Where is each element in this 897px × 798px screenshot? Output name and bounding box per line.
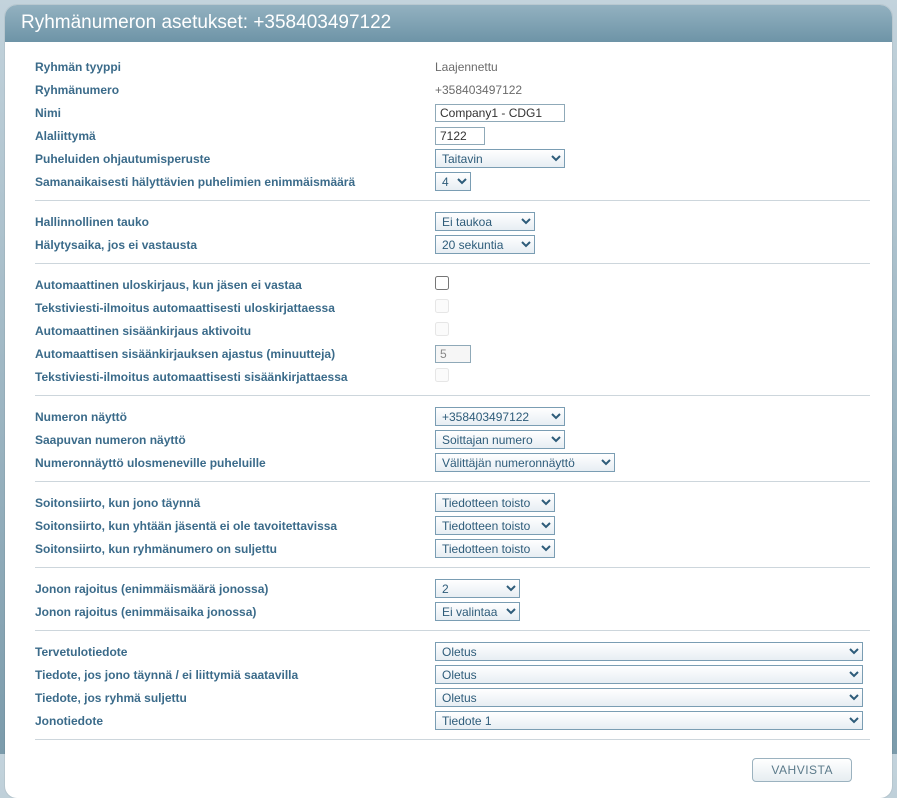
- full-msg-label: Tiedote, jos jono täynnä / ei liittymiä …: [35, 668, 435, 682]
- auto-logout-label: Automaattinen uloskirjaus, kun jäsen ei …: [35, 278, 435, 292]
- out-num-display-label: Numeronnäyttö ulosmeneville puheluille: [35, 456, 435, 470]
- fwd-full-label: Soitonsiirto, kun jono täynnä: [35, 496, 435, 510]
- panel-title: Ryhmänumeron asetukset: +358403497122: [5, 5, 892, 42]
- sms-login-label: Tekstiviesti-ilmoitus automaattisesti si…: [35, 370, 435, 384]
- num-display-label: Numeron näyttö: [35, 410, 435, 424]
- max-ring-label: Samanaikaisesti hälyttävien puhelimien e…: [35, 175, 435, 189]
- auto-logout-checkbox[interactable]: [435, 276, 449, 290]
- name-input[interactable]: [435, 104, 565, 122]
- routing-select[interactable]: Taitavin: [435, 149, 565, 168]
- name-label: Nimi: [35, 106, 435, 120]
- group-type-value: Laajennettu: [435, 60, 870, 74]
- closed-msg-select[interactable]: Oletus: [435, 688, 863, 707]
- group-number-value: +358403497122: [435, 83, 870, 97]
- extension-input[interactable]: [435, 127, 485, 145]
- sms-login-checkbox: [435, 368, 449, 382]
- queue-max-time-select[interactable]: Ei valintaa: [435, 602, 520, 621]
- sms-logout-label: Tekstiviesti-ilmoitus automaattisesti ul…: [35, 301, 435, 315]
- queue-max-count-select[interactable]: 2: [435, 579, 520, 598]
- settings-panel: Ryhmänumeron asetukset: +358403497122 Ry…: [5, 5, 892, 798]
- queue-msg-label: Jonotiedote: [35, 714, 435, 728]
- group-type-label: Ryhmän tyyppi: [35, 60, 435, 74]
- max-ring-select[interactable]: 4: [435, 172, 471, 191]
- fwd-closed-label: Soitonsiirto, kun ryhmänumero on suljett…: [35, 542, 435, 556]
- queue-max-time-label: Jonon rajoitus (enimmäisaika jonossa): [35, 605, 435, 619]
- fwd-none-label: Soitonsiirto, kun yhtään jäsentä ei ole …: [35, 519, 435, 533]
- auto-login-timer-input: [435, 345, 471, 363]
- full-msg-select[interactable]: Oletus: [435, 665, 863, 684]
- queue-msg-select[interactable]: Tiedote 1: [435, 711, 863, 730]
- out-num-display-select[interactable]: Välittäjän numeronnäyttö: [435, 453, 615, 472]
- auto-login-timer-label: Automaattisen sisäänkirjauksen ajastus (…: [35, 347, 435, 361]
- auto-login-label: Automaattinen sisäänkirjaus aktivoitu: [35, 324, 435, 338]
- group-number-label: Ryhmänumero: [35, 83, 435, 97]
- alert-time-label: Hälytysaika, jos ei vastausta: [35, 238, 435, 252]
- confirm-button[interactable]: VAHVISTA: [752, 758, 852, 782]
- fwd-full-select[interactable]: Tiedotteen toisto: [435, 493, 555, 512]
- welcome-select[interactable]: Oletus: [435, 642, 863, 661]
- fwd-none-select[interactable]: Tiedotteen toisto: [435, 516, 555, 535]
- fwd-closed-select[interactable]: Tiedotteen toisto: [435, 539, 555, 558]
- admin-pause-label: Hallinnollinen tauko: [35, 215, 435, 229]
- auto-login-checkbox: [435, 322, 449, 336]
- admin-pause-select[interactable]: Ei taukoa: [435, 212, 535, 231]
- extension-label: Alaliittymä: [35, 129, 435, 143]
- inc-num-display-label: Saapuvan numeron näyttö: [35, 433, 435, 447]
- inc-num-display-select[interactable]: Soittajan numero: [435, 430, 565, 449]
- panel-body: Ryhmän tyyppi Laajennettu Ryhmänumero +3…: [5, 42, 892, 798]
- alert-time-select[interactable]: 20 sekuntia: [435, 235, 535, 254]
- queue-max-count-label: Jonon rajoitus (enimmäismäärä jonossa): [35, 582, 435, 596]
- routing-label: Puheluiden ohjautumisperuste: [35, 152, 435, 166]
- sms-logout-checkbox: [435, 299, 449, 313]
- closed-msg-label: Tiedote, jos ryhmä suljettu: [35, 691, 435, 705]
- welcome-label: Tervetulotiedote: [35, 645, 435, 659]
- num-display-select[interactable]: +358403497122: [435, 407, 565, 426]
